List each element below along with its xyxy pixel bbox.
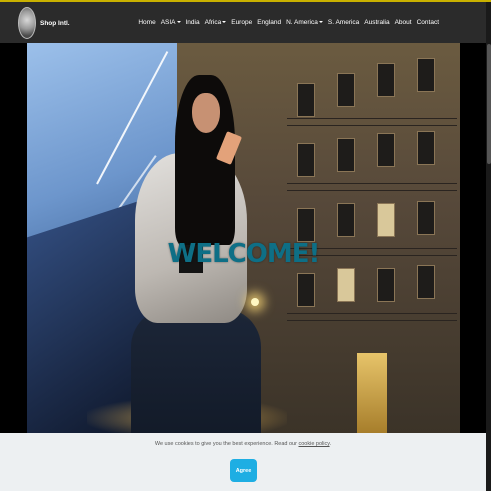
- building-balcony: [287, 313, 457, 321]
- cookie-banner: We use cookies to give you the best expe…: [0, 433, 486, 491]
- building-window: [297, 143, 315, 177]
- shop-window-glow: [357, 353, 387, 433]
- nav-item-about[interactable]: About: [395, 19, 412, 26]
- nav-item-label: England: [257, 19, 282, 26]
- building-balcony: [287, 118, 457, 126]
- nav-item-england[interactable]: England: [257, 19, 281, 26]
- hero-headline: WELCOME!: [167, 239, 321, 270]
- nav-item-home[interactable]: Home: [138, 19, 155, 26]
- person-face: [192, 93, 220, 133]
- nav-item-africa[interactable]: Africa: [205, 19, 227, 26]
- nav-item-contact[interactable]: Contact: [417, 19, 439, 26]
- building-window: [377, 268, 395, 302]
- cookie-message-end: .: [329, 441, 332, 447]
- nav-item-europe[interactable]: Europe: [231, 19, 252, 26]
- nav-item-north-america[interactable]: N. America: [286, 19, 323, 26]
- nav-item-label: Europe: [231, 19, 253, 26]
- main-nav: Home ASIA India Africa Europe England N.…: [138, 2, 439, 43]
- building-window: [297, 273, 315, 307]
- nav-item-australia[interactable]: Australia: [364, 19, 389, 26]
- cookie-message: We use cookies to give you the best expe…: [0, 441, 486, 447]
- building-window: [297, 208, 315, 242]
- building-window: [417, 265, 435, 299]
- building-window: [417, 131, 435, 165]
- building-window: [377, 133, 395, 167]
- navbar: Shop Intl. Home ASIA India Africa Europe…: [0, 2, 491, 43]
- building-window: [417, 58, 435, 92]
- caret-down-icon: [176, 21, 181, 24]
- nav-item-label: Home: [138, 19, 156, 26]
- nav-item-label: Australia: [364, 19, 390, 26]
- nav-item-india[interactable]: India: [186, 19, 200, 26]
- person-jeans: [131, 308, 261, 433]
- caret-down-icon: [222, 21, 227, 24]
- building-window: [417, 201, 435, 235]
- nav-item-label: ASIA: [160, 19, 176, 26]
- nav-item-label: Africa: [204, 19, 222, 26]
- building-window: [337, 268, 355, 302]
- hero-image: [27, 43, 460, 433]
- nav-item-label: S. America: [327, 19, 360, 26]
- nav-item-asia[interactable]: ASIA: [161, 19, 181, 26]
- nav-item-label: About: [394, 19, 412, 26]
- cookie-policy-link[interactable]: cookie policy: [298, 441, 329, 447]
- building-window: [377, 203, 395, 237]
- building-window: [377, 63, 395, 97]
- brand-name: Shop Intl.: [40, 19, 70, 27]
- nav-item-label: India: [185, 19, 200, 26]
- brand[interactable]: Shop Intl.: [18, 6, 70, 40]
- building-window: [337, 203, 355, 237]
- nav-item-label: N. America: [286, 19, 318, 26]
- caret-down-icon: [318, 21, 323, 24]
- nav-item-label: Contact: [416, 19, 439, 26]
- building-balcony: [287, 183, 457, 191]
- nav-item-south-america[interactable]: S. America: [328, 19, 359, 26]
- building-window: [337, 73, 355, 107]
- agree-button[interactable]: Agree: [230, 459, 257, 482]
- brand-logo-icon: [18, 7, 36, 39]
- page-scrollbar-thumb[interactable]: [487, 44, 491, 164]
- cookie-message-text: We use cookies to give you the best expe…: [154, 441, 297, 447]
- street-lamp-icon: [251, 298, 259, 306]
- building-window: [337, 138, 355, 172]
- building-window: [297, 83, 315, 117]
